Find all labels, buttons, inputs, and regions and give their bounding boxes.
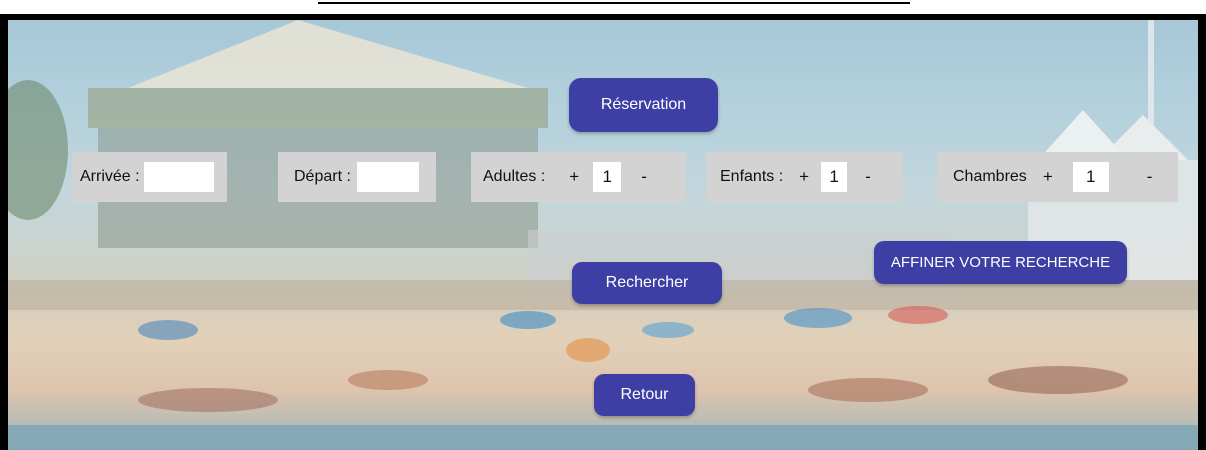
children-count[interactable]: 1 [821, 162, 848, 192]
rooms-minus-button[interactable]: - [1147, 167, 1153, 187]
refine-search-label: AFFINER VOTRE RECHERCHE [890, 254, 1111, 271]
adults-minus-button[interactable]: - [641, 167, 647, 187]
children-minus-button[interactable]: - [865, 167, 871, 187]
adults-panel: Adultes : + 1 - [471, 152, 686, 202]
departure-panel: Départ : [278, 152, 436, 202]
arrival-panel: Arrivée : [72, 152, 227, 202]
refine-search-button[interactable]: AFFINER VOTRE RECHERCHE [874, 241, 1127, 284]
adults-label: Adultes : [483, 168, 546, 185]
reservation-title-button[interactable]: Réservation [569, 78, 718, 132]
rooms-label: Chambres [953, 168, 1027, 185]
adults-count[interactable]: 1 [593, 162, 622, 192]
top-divider [318, 2, 910, 4]
back-button[interactable]: Retour [594, 374, 695, 416]
rooms-plus-button[interactable]: + [1043, 167, 1053, 187]
departure-label: Départ : [294, 168, 351, 185]
back-label: Retour [620, 386, 669, 403]
children-panel: Enfants : + 1 - [706, 152, 903, 202]
adults-plus-button[interactable]: + [569, 167, 579, 187]
rooms-count[interactable]: 1 [1072, 162, 1109, 192]
search-label: Rechercher [605, 274, 689, 291]
departure-date-input[interactable] [356, 162, 419, 192]
arrival-label: Arrivée : [80, 168, 140, 185]
children-plus-button[interactable]: + [799, 167, 809, 187]
arrival-date-input[interactable] [143, 162, 214, 192]
rooms-panel: Chambres + 1 - [937, 152, 1178, 202]
reservation-title: Réservation [600, 96, 687, 113]
children-label: Enfants : [720, 168, 784, 185]
search-button[interactable]: Rechercher [572, 262, 722, 304]
